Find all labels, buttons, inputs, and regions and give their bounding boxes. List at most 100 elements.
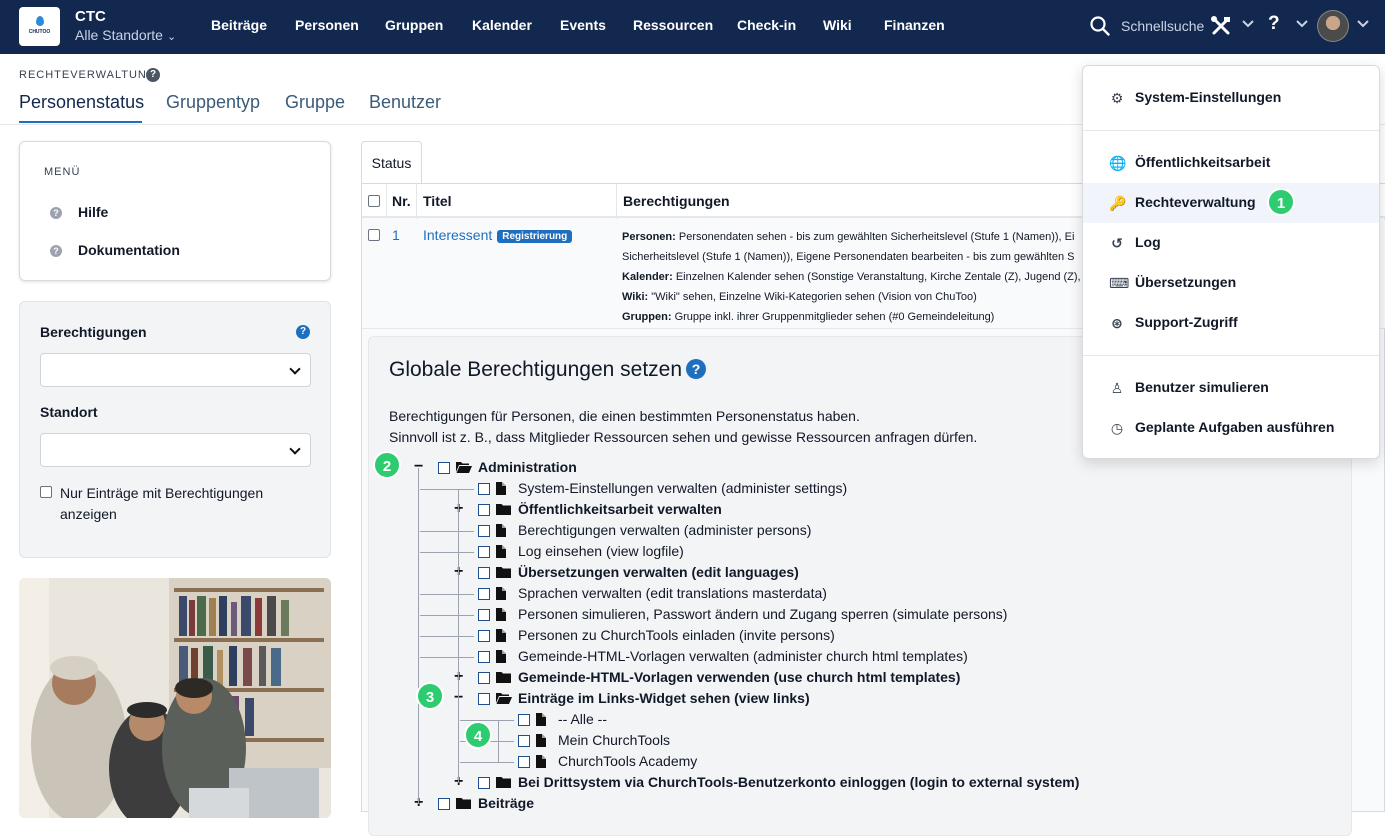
- search-icon[interactable]: [1089, 15, 1111, 37]
- tree-node-label[interactable]: Mein ChurchTools: [558, 732, 670, 748]
- tree-node: Personen simulieren, Passwort ändern und…: [369, 605, 1329, 626]
- tree-node-checkbox[interactable]: [478, 504, 490, 516]
- nav-finanzen[interactable]: Finanzen: [884, 17, 945, 33]
- tree-node-checkbox[interactable]: [438, 462, 450, 474]
- tree-node-label[interactable]: System-Einstellungen verwalten (administ…: [518, 480, 847, 496]
- help-icon[interactable]: ?: [1268, 13, 1280, 35]
- menu-item-support-zugriff[interactable]: ⊛ Support-Zugriff: [1083, 303, 1379, 343]
- section-help-icon[interactable]: ?: [146, 68, 160, 82]
- nav-kalender[interactable]: Kalender: [472, 17, 532, 33]
- row-number[interactable]: 1: [392, 227, 400, 243]
- menu-item-dokumentation[interactable]: ? Dokumentation: [50, 242, 180, 258]
- tree-node-label[interactable]: Gemeinde-HTML-Vorlagen verwalten (admini…: [518, 648, 968, 664]
- tree-node-label[interactable]: -- Alle --: [558, 711, 607, 727]
- menu-item-log[interactable]: ↺ Log: [1083, 223, 1379, 263]
- file-icon: [496, 482, 506, 498]
- tree-node: Berechtigungen verwalten (administer per…: [369, 521, 1329, 542]
- nav-gruppen[interactable]: Gruppen: [385, 17, 443, 33]
- row-title-link[interactable]: Interessent: [423, 227, 492, 243]
- location-select[interactable]: [40, 433, 311, 467]
- only-with-permissions-label[interactable]: Nur Einträge mit Berechtigungen anzeigen: [60, 483, 280, 525]
- nav-personen[interactable]: Personen: [295, 17, 359, 33]
- menu-item-rechteverwaltung[interactable]: 🔑 Rechteverwaltung: [1083, 183, 1379, 223]
- menu-item-benutzer-simulieren[interactable]: ♙ Benutzer simulieren: [1083, 368, 1379, 408]
- tree-node-checkbox[interactable]: [518, 735, 530, 747]
- tree-node-label[interactable]: Log einsehen (view logfile): [518, 543, 684, 559]
- only-with-permissions-checkbox[interactable]: [40, 486, 52, 498]
- tree-node-checkbox[interactable]: [478, 546, 490, 558]
- column-header-nr[interactable]: Nr.: [392, 193, 411, 209]
- user-avatar[interactable]: [1317, 10, 1349, 42]
- nav-ressourcen[interactable]: Ressourcen: [633, 17, 713, 33]
- global-help-icon[interactable]: ?: [686, 359, 707, 379]
- tree-node-checkbox[interactable]: [478, 777, 490, 789]
- organization-name[interactable]: CTC: [75, 8, 106, 25]
- tree-node-label[interactable]: ChurchTools Academy: [558, 753, 697, 769]
- menu-divider: [1083, 130, 1379, 131]
- quick-search-input[interactable]: Schnellsuche: [1121, 18, 1204, 34]
- user-chevron-down-icon[interactable]: [1357, 19, 1369, 29]
- tree-node-label[interactable]: Sprachen verwalten (edit translations ma…: [518, 585, 827, 601]
- tree-node-checkbox[interactable]: [478, 567, 490, 579]
- permissions-help-icon[interactable]: ?: [296, 325, 310, 339]
- tree-node-checkbox[interactable]: [478, 483, 490, 495]
- filter-card: Berechtigungen ? Standort Nur Einträge m…: [19, 301, 331, 558]
- column-header-titel[interactable]: Titel: [423, 193, 452, 209]
- nav-check-in[interactable]: Check-in: [737, 17, 796, 33]
- menu-item-uebersetzungen[interactable]: ⌨ Übersetzungen: [1083, 263, 1379, 303]
- tree-node-checkbox[interactable]: [478, 525, 490, 537]
- nav-beitraege[interactable]: Beiträge: [211, 17, 267, 33]
- folder-icon: [496, 671, 511, 686]
- tree-node-label[interactable]: Personen zu ChurchTools einladen (invite…: [518, 627, 835, 643]
- nav-wiki[interactable]: Wiki: [823, 17, 852, 33]
- tab-status[interactable]: Status: [361, 141, 422, 184]
- tree-node-label[interactable]: Berechtigungen verwalten (administer per…: [518, 522, 811, 538]
- tree-node-label[interactable]: Öffentlichkeitsarbeit verwalten: [518, 501, 722, 517]
- help-chevron-down-icon[interactable]: [1296, 19, 1308, 29]
- tree-node-label[interactable]: Gemeinde-HTML-Vorlagen verwenden (use ch…: [518, 669, 960, 685]
- tree-node: Gemeinde-HTML-Vorlagen verwalten (admini…: [369, 647, 1329, 668]
- nav-events[interactable]: Events: [560, 17, 606, 33]
- tree-connector: [420, 531, 474, 532]
- tree-node-checkbox[interactable]: [478, 588, 490, 600]
- tree-connector: [420, 594, 474, 595]
- tree-node-label[interactable]: Personen simulieren, Passwort ändern und…: [518, 606, 1007, 622]
- tree-node: Log einsehen (view logfile): [369, 542, 1329, 563]
- tab-benutzer[interactable]: Benutzer: [369, 92, 441, 113]
- tree-node-checkbox[interactable]: [478, 672, 490, 684]
- tree-node-label[interactable]: Einträge im Links-Widget sehen (view lin…: [518, 690, 810, 706]
- row-permissions: Personen: Personendaten sehen - bis zum …: [622, 227, 1082, 327]
- tree-node-label[interactable]: Administration: [478, 459, 577, 475]
- tab-gruppentyp[interactable]: Gruppentyp: [166, 92, 260, 113]
- tab-personenstatus[interactable]: Personenstatus: [19, 92, 144, 113]
- tools-icon[interactable]: [1210, 15, 1232, 37]
- tree-node-label[interactable]: Bei Drittsystem via ChurchTools-Benutzer…: [518, 774, 1079, 790]
- tree-node-checkbox[interactable]: [478, 693, 490, 705]
- tree-node-label[interactable]: Beiträge: [478, 795, 534, 811]
- tools-chevron-down-icon[interactable]: [1242, 19, 1254, 29]
- location-selector[interactable]: Alle Standorte ⌄: [75, 27, 176, 43]
- row-title[interactable]: Interessent Registrierung: [423, 227, 573, 243]
- tree-node-checkbox[interactable]: [478, 609, 490, 621]
- tree-node-checkbox[interactable]: [518, 756, 530, 768]
- select-all-checkbox[interactable]: [368, 195, 380, 207]
- churchtools-logo[interactable]: CHUTOO: [19, 7, 60, 46]
- permissions-select[interactable]: [40, 353, 311, 387]
- people-illustration: [19, 578, 331, 818]
- tree-node-checkbox[interactable]: [438, 798, 450, 810]
- tree-node-checkbox[interactable]: [478, 651, 490, 663]
- menu-item-geplante-aufgaben[interactable]: ◷ Geplante Aufgaben ausführen: [1083, 408, 1379, 448]
- global-permissions-description: Berechtigungen für Personen, die einen b…: [389, 408, 978, 445]
- registration-badge: Registrierung: [497, 230, 573, 243]
- column-header-berechtigungen[interactable]: Berechtigungen: [623, 193, 730, 209]
- menu-item-oeffentlichkeitsarbeit[interactable]: 🌐 Öffentlichkeitsarbeit: [1083, 143, 1379, 183]
- tree-node-label[interactable]: Übersetzungen verwalten (edit languages): [518, 564, 799, 580]
- tree-node-checkbox[interactable]: [478, 630, 490, 642]
- folder-open-icon: [456, 461, 472, 476]
- tree-node-checkbox[interactable]: [518, 714, 530, 726]
- menu-item-hilfe[interactable]: ? Hilfe: [50, 204, 108, 220]
- tab-gruppe[interactable]: Gruppe: [285, 92, 345, 113]
- tree-connector: [460, 762, 514, 763]
- row-checkbox[interactable]: [368, 229, 380, 241]
- menu-item-system-einstellungen[interactable]: ⚙ System-Einstellungen: [1083, 78, 1379, 118]
